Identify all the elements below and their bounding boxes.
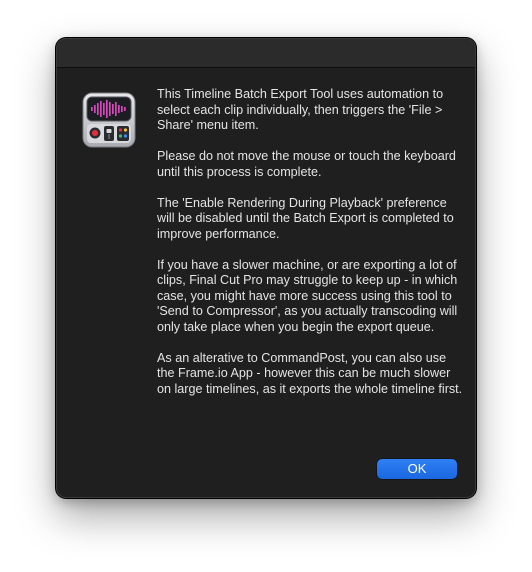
message-paragraph-4: If you have a slower machine, or are exp… xyxy=(157,257,458,334)
message-paragraph-1: This Timeline Batch Export Tool uses aut… xyxy=(157,87,444,132)
commandpost-app-icon xyxy=(81,91,137,149)
title-bar[interactable] xyxy=(57,39,475,68)
alert-message: This Timeline Batch Export Tool uses aut… xyxy=(157,87,463,397)
alert-dialog: This Timeline Batch Export Tool uses aut… xyxy=(56,38,476,498)
message-paragraph-5: As an alterative to CommandPost, you can… xyxy=(157,350,463,396)
message-paragraph-3: The 'Enable Rendering During Playback' p… xyxy=(157,195,454,241)
ok-button[interactable]: OK xyxy=(377,459,457,479)
message-paragraph-2: Please do not move the mouse or touch th… xyxy=(157,149,456,179)
